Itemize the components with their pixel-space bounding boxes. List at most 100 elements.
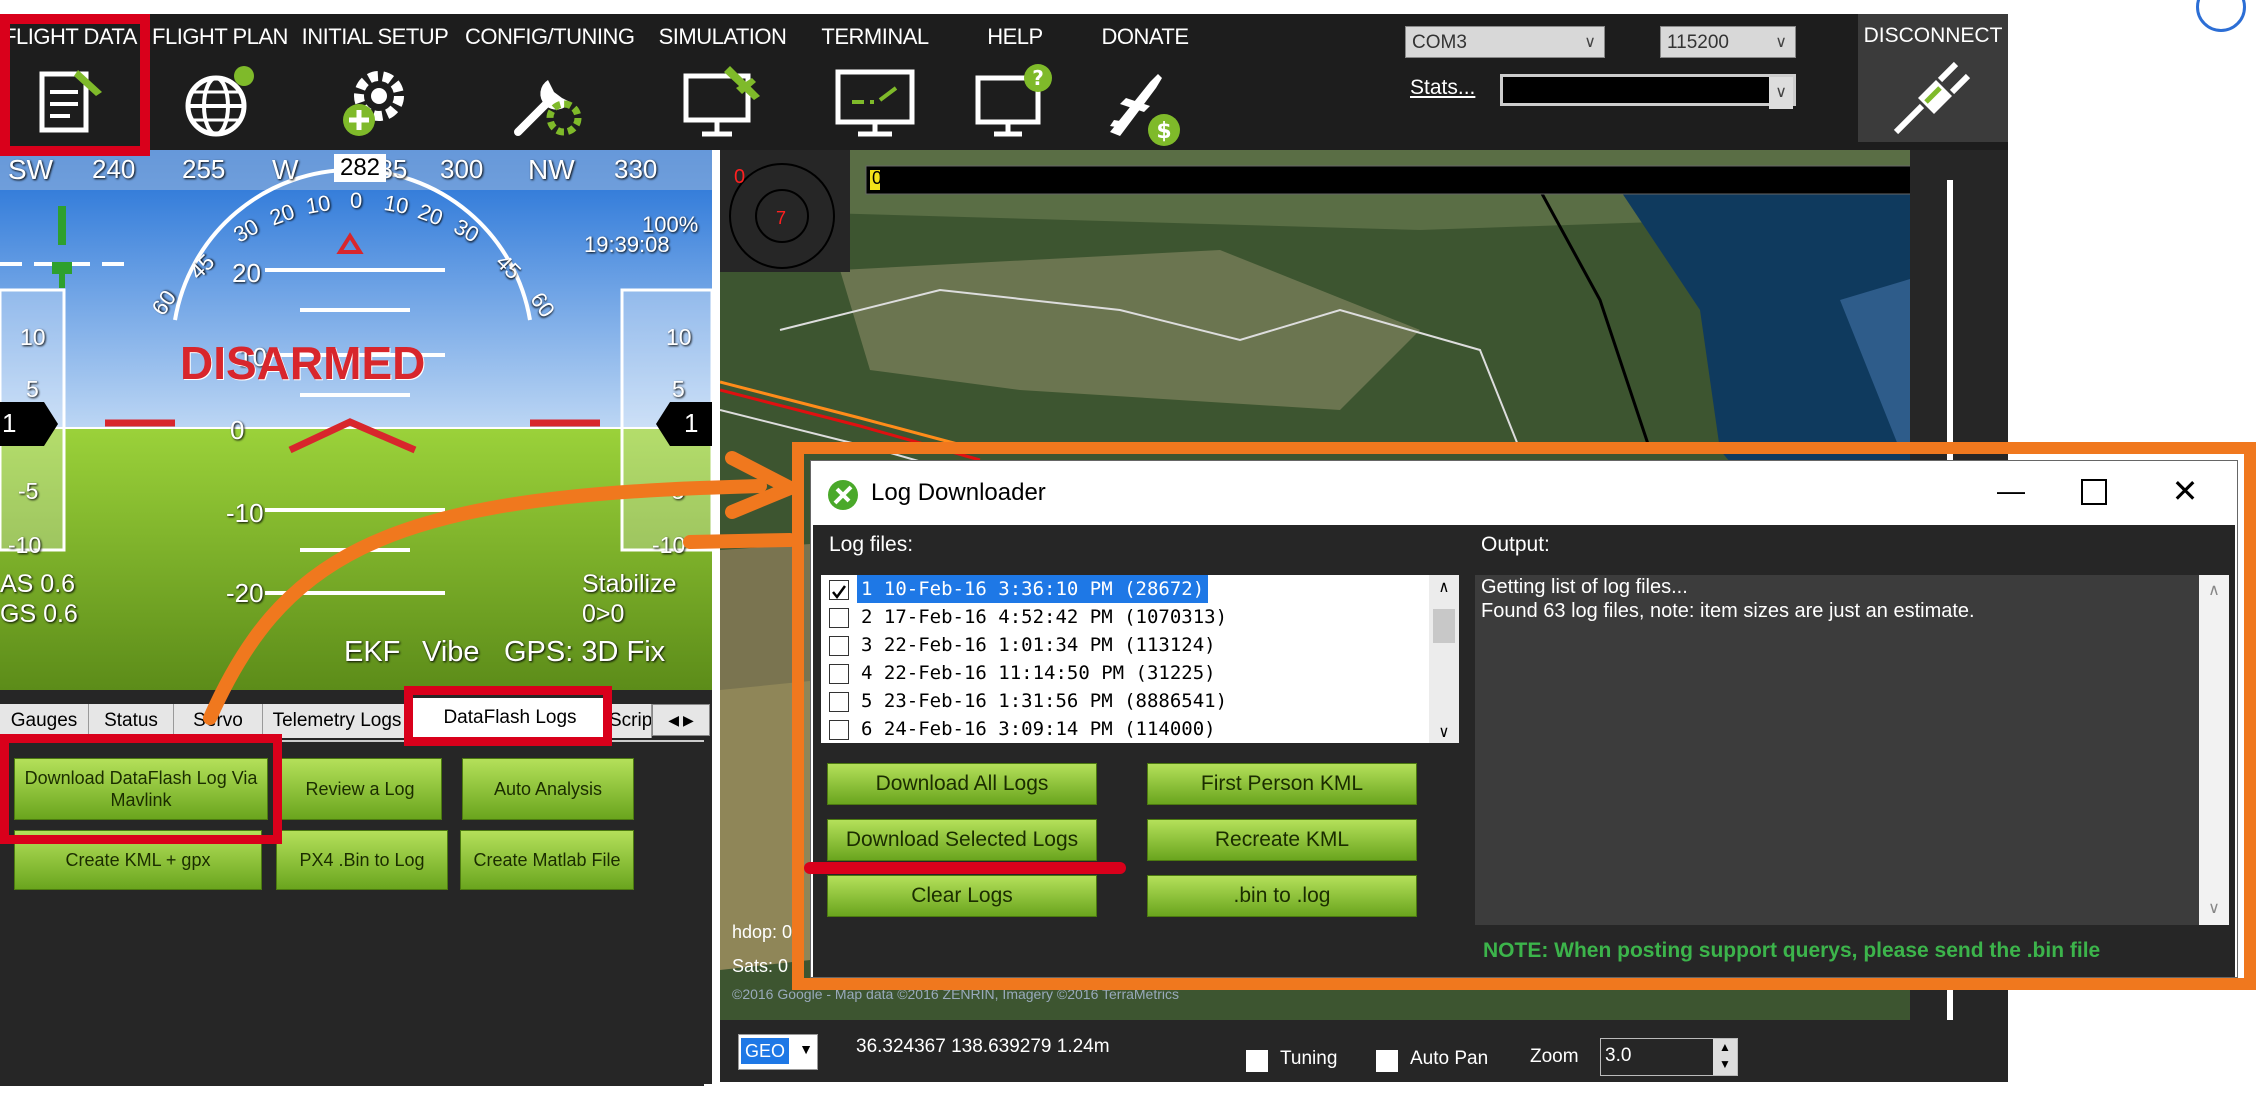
left-scale-label: -5	[18, 478, 39, 504]
auto-analysis-button[interactable]: Auto Analysis	[462, 758, 634, 820]
heading-tick: NW	[528, 154, 575, 185]
com-port-value: COM3	[1412, 32, 1467, 53]
highlight-box-log-downloader	[792, 442, 2256, 990]
sats-label: Sats: 0	[732, 956, 789, 976]
roll-label: 0	[350, 188, 363, 213]
speed-value: 1	[684, 408, 699, 438]
create-matlab-file-button[interactable]: Create Matlab File	[460, 830, 634, 890]
flight-mode: Stabilize	[582, 570, 677, 598]
expand-icon[interactable]	[2196, 0, 2246, 32]
svg-text:?: ?	[1032, 66, 1044, 90]
right-scale-label: 10	[666, 324, 692, 350]
pitch-label: -20	[226, 578, 264, 608]
current-coordinates: 36.324367 138.639279 1.24m	[856, 1036, 1110, 1057]
pitch-label: -10	[226, 498, 264, 528]
simulation-icon	[683, 66, 760, 137]
plug-icon	[1893, 61, 1971, 135]
nav-donate[interactable]: DONATE $	[1085, 14, 1205, 150]
nav-label: FLIGHT PLAN	[152, 24, 288, 49]
flight-plan-icon	[185, 66, 254, 137]
heading-value: 282	[334, 154, 386, 182]
pitch-label: 0	[230, 415, 245, 445]
config-tuning-icon	[513, 80, 581, 136]
heading-tick: 330	[614, 154, 658, 184]
coord-system-select[interactable]: GEO ▼	[738, 1034, 818, 1070]
highlight-box-download-mavlink	[0, 734, 282, 844]
airspeed: AS 0.6	[0, 570, 76, 598]
hdop-label: hdop: 0	[732, 922, 793, 942]
nav-initial-setup[interactable]: INITIAL SETUP	[300, 14, 450, 150]
nav-help[interactable]: HELP ?	[955, 14, 1075, 150]
autopan-checkbox[interactable]	[1376, 1050, 1398, 1072]
compass-value: 7	[776, 208, 787, 228]
nav-flight-plan[interactable]: FLIGHT PLAN	[150, 14, 290, 150]
highlight-box-dataflash-tab	[404, 686, 612, 746]
zoom-value: 3.0	[1605, 1045, 1632, 1066]
pitch-label: 20	[232, 258, 261, 288]
nav-label: TERMINAL	[821, 24, 929, 49]
initial-setup-icon	[343, 71, 404, 136]
dropdown-arrow-icon: ▼	[799, 1041, 813, 1057]
heading-tick: 255	[182, 154, 226, 184]
px4-bin-to-log-button[interactable]: PX4 .Bin to Log	[276, 830, 448, 890]
help-icon: ?	[975, 64, 1052, 137]
chevron-down-icon: ∨	[1584, 34, 1596, 51]
chevron-down-icon: ∨	[1775, 34, 1787, 51]
disconnect-button[interactable]: DISCONNECT	[1858, 14, 2008, 142]
coord-system-value: GEO	[741, 1038, 790, 1064]
hud-panel: SW 240 255 W 285 300 NW 330 282 60 45 30…	[0, 150, 712, 690]
waypoint-info: 0>0	[582, 600, 625, 628]
autopan-label: Auto Pan	[1410, 1048, 1489, 1069]
heading-tick: SW	[8, 154, 54, 185]
nav-label: DONATE	[1101, 24, 1189, 49]
com-port-select[interactable]: COM3 ∨	[1405, 26, 1605, 58]
nav-terminal[interactable]: TERMINAL	[810, 14, 940, 150]
tab-telemetry-logs[interactable]: Telemetry Logs	[263, 704, 412, 738]
ekf-status[interactable]: EKF	[344, 636, 400, 669]
roll-label: 10	[303, 190, 333, 219]
zoom-stepper[interactable]: 3.0 ▲ ▼	[1600, 1038, 1738, 1076]
tab-servo[interactable]: Servo	[174, 704, 263, 738]
right-scale-label: 5	[672, 376, 685, 402]
tab-gauges[interactable]: Gauges	[0, 704, 89, 738]
terminal-icon	[835, 69, 915, 137]
donate-icon: $	[1110, 74, 1180, 146]
vibe-status[interactable]: Vibe	[422, 636, 480, 669]
stats-link[interactable]: Stats...	[1410, 76, 1475, 100]
tab-scroll-arrows[interactable]: ◀ ▶	[652, 704, 710, 736]
tab-status[interactable]: Status	[89, 704, 174, 738]
tuning-checkbox[interactable]	[1246, 1050, 1268, 1072]
review-log-button[interactable]: Review a Log	[278, 758, 442, 820]
right-scale-label: -10	[652, 532, 686, 558]
map-corner-value: 0	[734, 166, 746, 188]
nav-label: SIMULATION	[658, 24, 787, 49]
baud-rate-value: 115200	[1667, 32, 1729, 53]
nav-label: CONFIG/TUNING	[465, 24, 635, 49]
nav-label: INITIAL SETUP	[301, 24, 449, 49]
baud-rate-select[interactable]: 115200 ∨	[1660, 26, 1796, 58]
heading-tick: W	[272, 154, 299, 185]
right-scale-label: -5	[664, 478, 685, 504]
armed-status: DISARMED	[180, 337, 426, 389]
svg-text:$: $	[1156, 119, 1171, 144]
tuning-label: Tuning	[1280, 1048, 1338, 1069]
heading-tick: 240	[92, 154, 136, 184]
main-toolbar: FLIGHT DATA FLIGHT PLAN INITIAL SETUP CO…	[0, 14, 2008, 150]
nav-label: HELP	[987, 24, 1043, 49]
progress-value: 0	[872, 168, 883, 188]
nav-config-tuning[interactable]: CONFIG/TUNING	[465, 14, 635, 150]
disconnect-label: DISCONNECT	[1863, 24, 2003, 47]
left-scale-label: 10	[20, 324, 46, 350]
left-scale-label: 5	[26, 376, 39, 402]
map-status-bar: GEO ▼ 36.324367 138.639279 1.24m Tuning …	[720, 1020, 2008, 1082]
groundspeed: GS 0.6	[0, 600, 78, 628]
chevron-down-icon: ∨	[1769, 77, 1793, 109]
highlight-box-flight-data	[0, 14, 150, 156]
stepper-arrows-icon[interactable]: ▲ ▼	[1713, 1039, 1737, 1075]
stats-select[interactable]: ∨	[1500, 74, 1796, 109]
zoom-label: Zoom	[1530, 1046, 1579, 1067]
altitude-value: 1	[2, 408, 17, 438]
left-scale-label: -10	[8, 532, 42, 558]
nav-simulation[interactable]: SIMULATION	[650, 14, 795, 150]
tab-scripts[interactable]: Scripts	[609, 704, 652, 738]
